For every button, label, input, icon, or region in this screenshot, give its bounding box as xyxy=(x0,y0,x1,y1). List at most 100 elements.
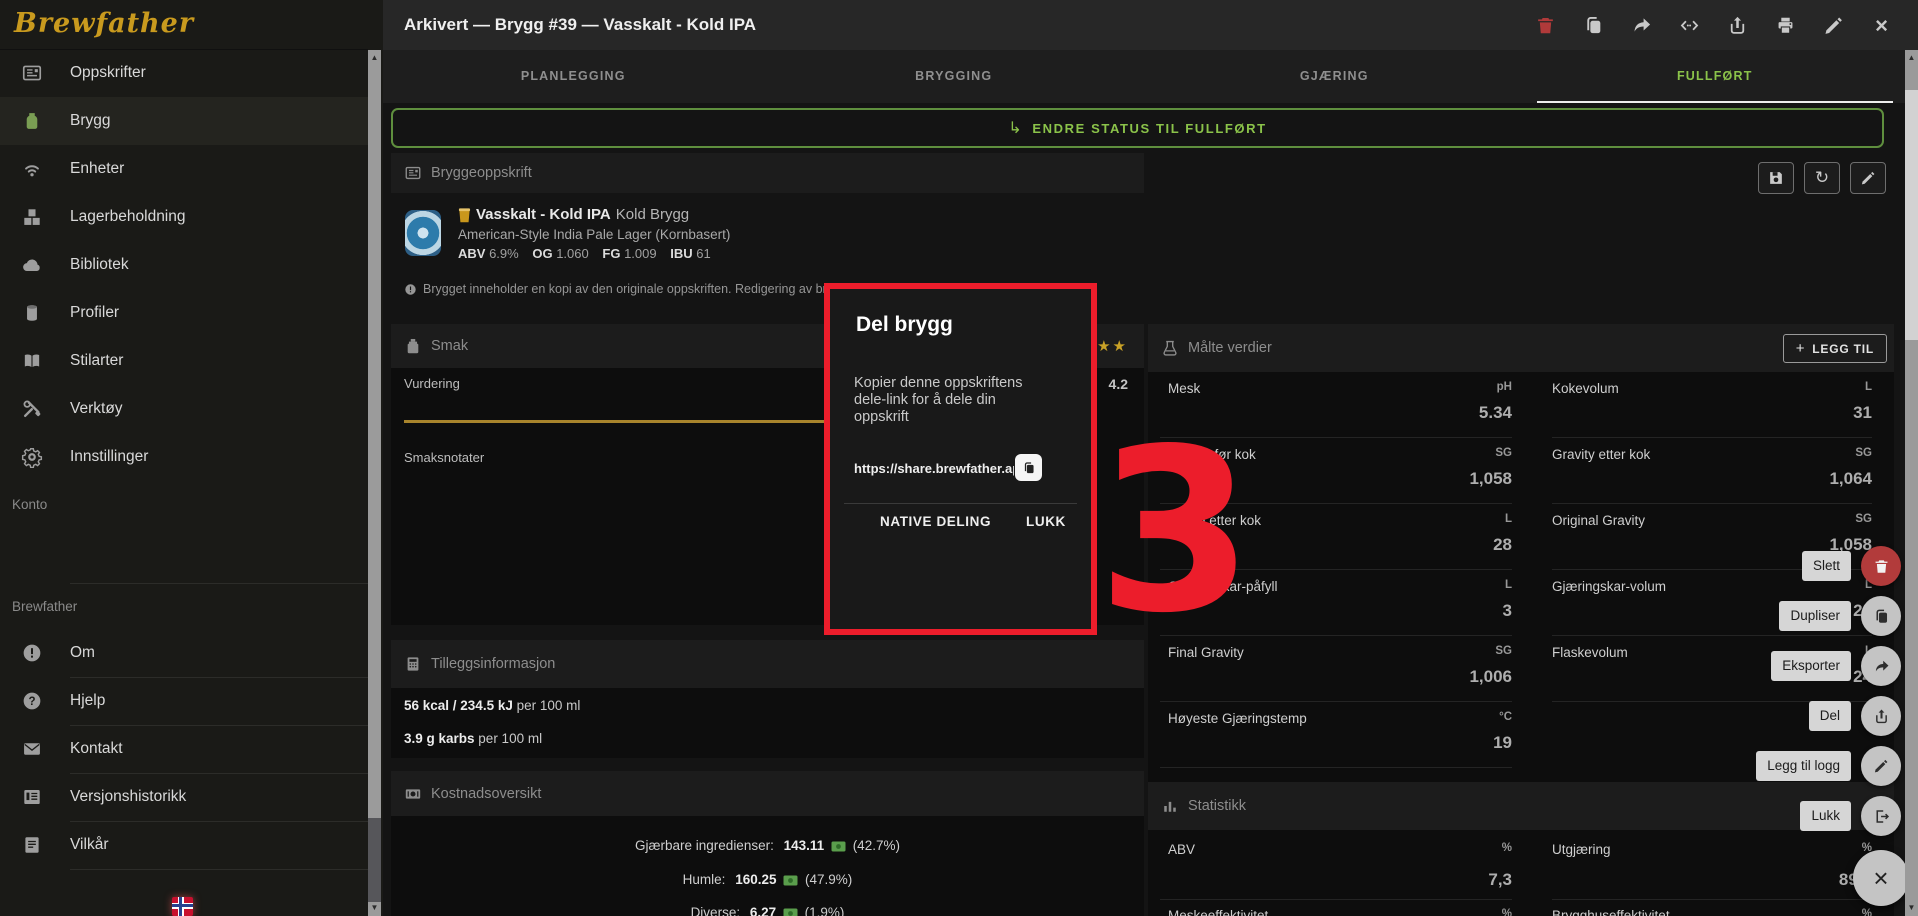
norwegian-flag-icon[interactable] xyxy=(172,897,193,916)
measure-unit: SG xyxy=(1855,513,1872,525)
sidebar-item-innstillinger[interactable]: Innstillinger xyxy=(0,433,368,481)
sidebar-item-brygg[interactable]: Brygg xyxy=(0,97,368,145)
stat-label: Brygghuseffektivitet xyxy=(1552,908,1670,916)
sidebar-item-om[interactable]: Om xyxy=(0,629,368,677)
tab-gjaering[interactable]: GJÆRING xyxy=(1144,50,1525,103)
account-row[interactable]: Premium Kold Brygg xyxy=(0,530,368,582)
cost-percent: (42.7%) xyxy=(853,838,900,853)
sidebar-item-profiler[interactable]: Profiler xyxy=(0,289,368,337)
sidebar-item-verktoy[interactable]: Verktøy xyxy=(0,385,368,433)
fab-delete-button[interactable] xyxy=(1861,546,1901,586)
stat-unit: % xyxy=(1502,842,1512,854)
sidebar-item-stilarter[interactable]: Stilarter xyxy=(0,337,368,385)
stat-label: IBU xyxy=(670,246,692,261)
export-icon[interactable] xyxy=(1727,15,1748,36)
stat-label: ABV xyxy=(1168,842,1195,857)
fab-label-lukk[interactable]: Lukk xyxy=(1800,801,1851,831)
nutrition-panel-body: 56 kcal / 234.5 kJ per 100 ml 3.9 g karb… xyxy=(391,688,1144,758)
tab-brygging[interactable]: BRYGGING xyxy=(764,50,1145,103)
main-scrollbar[interactable]: ▲ ▼ xyxy=(1905,50,1918,916)
measure-unit: SG xyxy=(1495,447,1512,459)
fab-label-del[interactable]: Del xyxy=(1809,701,1851,731)
fab-label-dupliser[interactable]: Dupliser xyxy=(1779,601,1851,631)
sidebar-item-vilkar[interactable]: Vilkår xyxy=(0,821,368,869)
measure-label: Høyeste Gjæringstemp xyxy=(1168,711,1307,726)
edit-icon[interactable] xyxy=(1823,15,1844,36)
sidebar-item-hjelp[interactable]: ? Hjelp xyxy=(0,677,368,725)
measure-value: 28 xyxy=(1493,535,1512,555)
scrollbar-thumb[interactable] xyxy=(1905,90,1918,340)
add-measurement-button[interactable]: + LEGG TIL xyxy=(1783,334,1887,363)
fab-close-button[interactable] xyxy=(1861,796,1901,836)
tab-planlegging[interactable]: PLANLEGGING xyxy=(383,50,764,103)
delete-icon[interactable] xyxy=(1535,15,1556,36)
fab-label-slett[interactable]: Slett xyxy=(1802,551,1851,581)
scroll-up-arrow[interactable]: ▲ xyxy=(1905,52,1918,64)
fab-label-eksporter[interactable]: Eksporter xyxy=(1771,651,1851,681)
sidebar-item-bibliotek[interactable]: Bibliotek xyxy=(0,241,368,289)
stat-unit: % xyxy=(1502,908,1512,916)
add-button-label: LEGG TIL xyxy=(1812,342,1874,356)
change-status-button[interactable]: ↳ ENDRE STATUS TIL FULLFØRT xyxy=(391,108,1884,148)
measured-panel-title: Målte verdier xyxy=(1188,340,1272,356)
code-icon[interactable] xyxy=(1679,15,1700,36)
stat-cell[interactable]: ABV% 7,3 xyxy=(1160,830,1512,900)
stat-value: 7,3 xyxy=(1488,870,1512,890)
sidebar-item-lagerbeholdning[interactable]: Lagerbeholdning xyxy=(0,193,368,241)
recipe-image[interactable] xyxy=(405,210,441,256)
sidebar-item-kontakt[interactable]: Kontakt xyxy=(0,725,368,773)
fab-label-legg-til-logg[interactable]: Legg til logg xyxy=(1756,751,1851,781)
close-icon[interactable]: × xyxy=(1871,15,1892,36)
native-share-button[interactable]: NATIVE DELING xyxy=(880,514,991,529)
top-bar: Arkivert — Brygg #39 — Vasskalt - Kold I… xyxy=(383,0,1918,50)
recipe-icon xyxy=(404,164,422,182)
tab-label: PLANLEGGING xyxy=(521,69,626,83)
money-icon xyxy=(404,785,422,803)
copy-link-button[interactable] xyxy=(1015,454,1042,481)
cost-row-fermentables: Gjærbare ingredienser: 143.11 (42.7%) xyxy=(391,838,1144,855)
sidebar-scrollbar[interactable]: ▲ ▼ xyxy=(368,50,381,916)
fab-toggle-button[interactable]: × xyxy=(1853,850,1909,906)
measured-cell[interactable]: KokevolumL31 xyxy=(1552,372,1872,438)
measure-unit: pH xyxy=(1497,381,1512,393)
tab-label: BRYGGING xyxy=(915,69,992,83)
taste-icon xyxy=(404,337,422,355)
edit-recipe-button[interactable] xyxy=(1850,162,1886,194)
fab-add-log-button[interactable] xyxy=(1861,746,1901,786)
fab-share-button[interactable] xyxy=(1861,696,1901,736)
page-title: Arkivert — Brygg #39 — Vasskalt - Kold I… xyxy=(404,0,756,50)
print-icon[interactable] xyxy=(1775,15,1796,36)
stat-cell[interactable]: Brygghuseffektivitet% xyxy=(1552,900,1872,916)
scroll-down-arrow[interactable]: ▼ xyxy=(368,902,381,914)
measured-row: Volum etter kokL28 Original GravitySG1,0… xyxy=(1148,504,1894,570)
dialog-close-button[interactable]: LUKK xyxy=(1026,514,1066,529)
cost-row-hops: Humle: 160.25 (47.9%) xyxy=(391,872,1144,889)
brewfather-logo: Brewfather xyxy=(14,8,194,39)
sidebar-item-label: Oppskrifter xyxy=(70,49,146,97)
duplicate-icon[interactable] xyxy=(1583,15,1604,36)
measured-row: MeskpH5.34 KokevolumL31 xyxy=(1148,372,1894,438)
cost-label: Gjærbare ingredienser: xyxy=(635,838,774,853)
fab-export-button[interactable] xyxy=(1861,646,1901,686)
sidebar-item-oppskrifter[interactable]: Oppskrifter xyxy=(0,49,368,97)
stat-cell[interactable]: Utgjæring%89,5 xyxy=(1552,830,1872,900)
measured-cell[interactable]: Gravity etter kokSG1,064 xyxy=(1552,438,1872,504)
tab-fullfort[interactable]: FULLFØRT xyxy=(1525,50,1906,103)
sidebar-item-versjonshistorikk[interactable]: Versjonshistorikk xyxy=(0,773,368,821)
measured-cell[interactable]: Høyeste Gjæringstemp°C19 xyxy=(1160,702,1512,768)
wifi-icon xyxy=(21,158,43,180)
fab-duplicate-button[interactable] xyxy=(1861,596,1901,636)
stat-cell[interactable]: Meskeeffektivitet% xyxy=(1160,900,1512,916)
share-icon[interactable] xyxy=(1631,15,1652,36)
save-button[interactable] xyxy=(1758,162,1794,194)
refresh-button[interactable]: ↻ xyxy=(1804,162,1840,194)
section-label-konto: Konto xyxy=(12,497,47,512)
scroll-down-arrow[interactable]: ▼ xyxy=(1905,902,1918,914)
stat-value: 6.9% xyxy=(489,246,519,261)
cost-row-misc: Diverse: 6.27 (1.9%) xyxy=(391,905,1144,916)
sidebar-item-label: Versjonshistorikk xyxy=(70,773,186,821)
stat-value: 1.060 xyxy=(556,246,589,261)
sidebar-item-enheter[interactable]: Enheter xyxy=(0,145,368,193)
measure-value: 5.34 xyxy=(1479,403,1512,423)
scroll-up-arrow[interactable]: ▲ xyxy=(368,52,381,64)
